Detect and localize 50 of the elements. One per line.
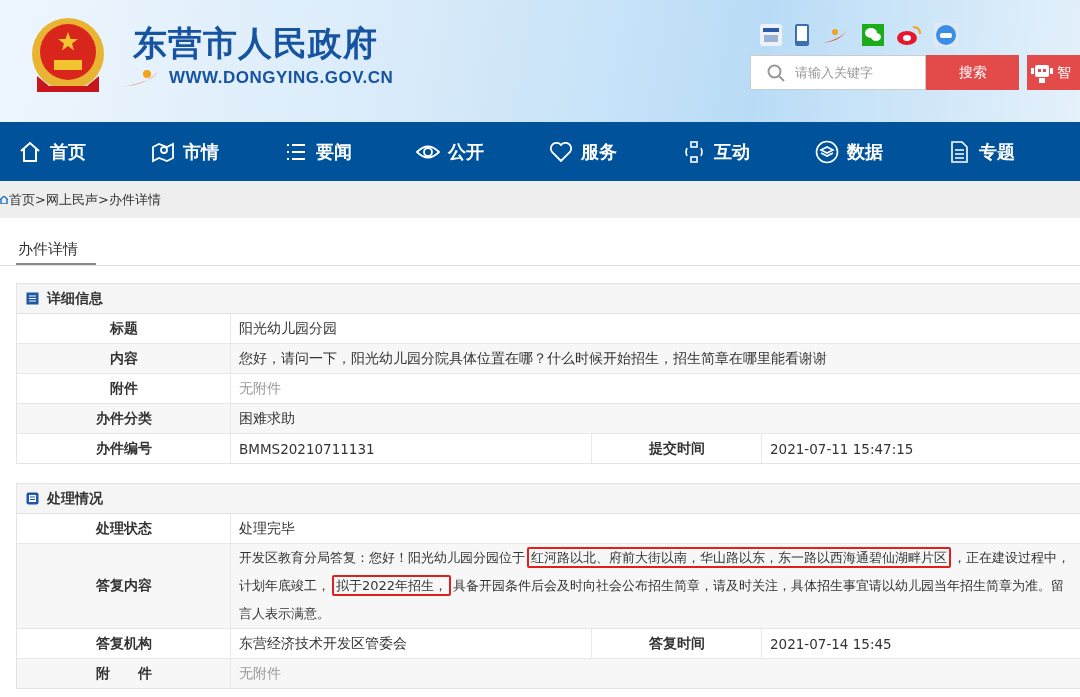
- assistant-button[interactable]: 智: [1027, 55, 1080, 90]
- weibo-icon[interactable]: [896, 24, 922, 46]
- field-value: 2021-07-14 15:45: [769, 634, 893, 654]
- field-label: 办件分类: [17, 404, 231, 433]
- field-value: 您好，请问一下，阳光幼儿园分院具体位置在哪？什么时候开始招生，招生简章在哪里能看谢谢: [238, 348, 828, 368]
- field-label: 提交时间: [592, 434, 762, 463]
- field-value: 困难求助: [238, 408, 296, 428]
- house-icon: [18, 139, 42, 164]
- phone-icon[interactable]: [794, 23, 810, 47]
- field-value: 阳光幼儿园分园: [238, 318, 338, 338]
- field-label: 附件: [17, 374, 231, 403]
- field-label: 处理状态: [17, 514, 231, 543]
- wechat-icon[interactable]: [862, 24, 884, 46]
- list-icon: [26, 292, 39, 305]
- field-value: 处理完毕: [238, 518, 296, 538]
- breadcrumb: 首页>网上民声>办件详情: [9, 190, 161, 209]
- field-label: 答复内容: [17, 544, 231, 628]
- site-title: 东营市人民政府: [133, 22, 379, 65]
- search-icon: [767, 64, 785, 82]
- field-label: 内容: [17, 344, 231, 373]
- nav-item[interactable]: 服务: [549, 139, 682, 164]
- nav-item[interactable]: 市情: [150, 139, 284, 164]
- field-label: 附 件: [17, 659, 231, 688]
- section-title: 处理情况: [47, 489, 103, 508]
- nav-item[interactable]: 要闻: [283, 139, 417, 164]
- field-label: 办件编号: [17, 434, 231, 463]
- state-council-app-icon[interactable]: [760, 24, 782, 46]
- nav-item[interactable]: 首页: [18, 139, 151, 164]
- site-url: WWW.DONGYING.GOV.CN: [169, 68, 394, 88]
- section-title: 详细信息: [47, 289, 103, 308]
- layers-icon: [814, 139, 839, 164]
- field-value: 2021-07-11 15:47:15: [769, 439, 915, 459]
- field-value: 无附件: [238, 663, 282, 683]
- heart-icon: [549, 139, 573, 164]
- home-icon: [0, 195, 8, 204]
- field-value: 东营经济技术开发区管委会: [231, 629, 592, 658]
- nav-item[interactable]: 专题: [947, 139, 1080, 164]
- page-tab[interactable]: 办件详情: [16, 235, 96, 265]
- field-label: 标题: [17, 314, 231, 343]
- field-value: 无附件: [238, 378, 282, 398]
- nav-item[interactable]: 互动: [681, 139, 815, 164]
- field-label: 答复机构: [17, 629, 231, 658]
- nav-item[interactable]: 公开: [416, 139, 549, 164]
- field-value: BMMS20210711131: [231, 434, 592, 463]
- document-icon: [26, 492, 39, 505]
- field-label: 答复时间: [592, 629, 762, 658]
- search-field[interactable]: 请输入关键字: [750, 55, 926, 90]
- nav-item[interactable]: 数据: [814, 139, 948, 164]
- search-button[interactable]: 搜索: [926, 55, 1019, 90]
- reply-text: 开发区教育分局答复：您好！阳光幼儿园分园位于 红河路以北、府前大街以南，华山路以东，东一路以西海通碧仙湖畔片区 ，正在建设过程中，计划年底竣工， 拟于2022年招生， 具备开园条件后会及时向社会公布招生简章，请及时关注，具体招生事宜请以幼儿园当年招生简章为准。留言人表示满意。: [231, 544, 1080, 628]
